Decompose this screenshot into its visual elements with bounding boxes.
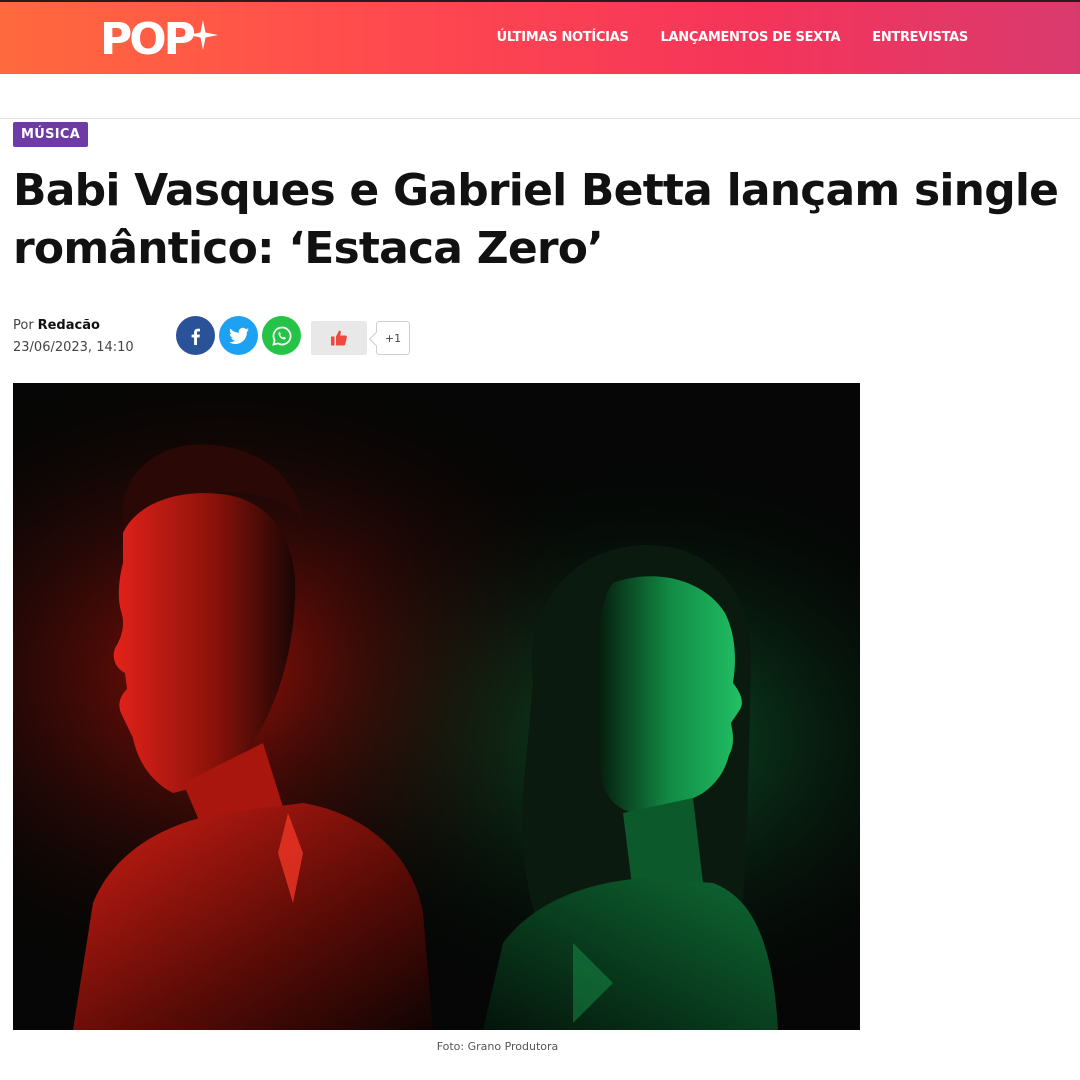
like-count: +1 bbox=[376, 321, 410, 355]
article-title: Babi Vasques e Gabriel Betta lançam sing… bbox=[13, 162, 1080, 278]
photo-caption: Foto: Grano Produtora bbox=[436, 1040, 559, 1053]
whatsapp-icon bbox=[271, 326, 291, 346]
nav-entrevistas[interactable]: ENTREVISTAS bbox=[872, 30, 968, 45]
facebook-icon bbox=[191, 328, 200, 345]
category-badge[interactable]: MÚSICA bbox=[13, 122, 89, 147]
thumbs-up-icon bbox=[331, 330, 347, 346]
article-title-line-1: Babi Vasques e Gabriel Betta lançam sing… bbox=[13, 165, 1059, 216]
article-photo bbox=[13, 383, 860, 1030]
logo-text: POP bbox=[100, 14, 196, 65]
article-title-line-2: romântico: ‘Estaca Zero’ bbox=[13, 223, 604, 274]
header-divider bbox=[0, 118, 1080, 119]
twitter-share-button[interactable] bbox=[219, 316, 258, 355]
byline: Por Redacão bbox=[13, 316, 100, 333]
facebook-share-button[interactable] bbox=[176, 316, 215, 355]
sparkle-icon bbox=[188, 20, 218, 50]
site-logo[interactable]: POP bbox=[100, 16, 220, 64]
nav-lancamentos-de-sexta[interactable]: LANÇAMENTOS DE SEXTA bbox=[661, 30, 841, 45]
like-button[interactable] bbox=[311, 321, 367, 355]
publish-date: 23/06/2023, 14:10 bbox=[13, 340, 134, 355]
main-nav: ÚLTIMAS NOTÍCIAS LANÇAMENTOS DE SEXTA EN… bbox=[497, 30, 969, 45]
article-photo-illustration bbox=[13, 383, 860, 1030]
whatsapp-share-button[interactable] bbox=[262, 316, 301, 355]
site-header: POP ÚLTIMAS NOTÍCIAS LANÇAMENTOS DE SEXT… bbox=[0, 0, 1080, 74]
nav-ultimas-noticias[interactable]: ÚLTIMAS NOTÍCIAS bbox=[497, 30, 629, 45]
byline-prefix: Por bbox=[13, 318, 34, 333]
twitter-icon bbox=[228, 327, 249, 344]
share-bar bbox=[176, 316, 301, 355]
author-name[interactable]: Redacão bbox=[38, 318, 100, 333]
